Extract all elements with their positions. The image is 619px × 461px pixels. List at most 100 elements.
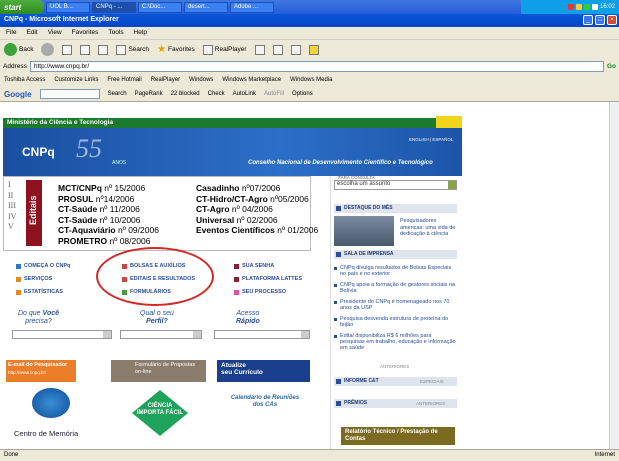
spell-check-button[interactable]: Check [208,91,225,97]
perfil-select[interactable] [120,330,202,339]
link-hotmail[interactable]: Free Hotmail [107,77,141,83]
edital-link[interactable]: PROMETRO nº 08/2006 [58,236,159,247]
calendario-link[interactable]: Calendário de Reuniões dos CAs [230,395,300,409]
url-field[interactable]: http://www.cnpq.br/ [29,60,604,72]
precisa-select[interactable] [12,330,112,339]
link-windows[interactable]: Windows [189,77,213,83]
news-more-link[interactable]: ANTERIORES [380,364,409,369]
link-windows-media[interactable]: Windows Media [290,77,332,83]
menu-favorites[interactable]: Favorites [72,29,99,37]
relatorio-link[interactable]: Relatório Técnico / Prestação de Contas [341,427,455,445]
go-button[interactable]: Go [607,63,616,70]
destaque-link[interactable]: Pesquisadores americas: uma vida de dedi… [400,218,458,238]
news-item[interactable]: Pesquisa desvenda estrutura de proteína … [334,316,457,328]
page-link[interactable]: II [8,191,18,202]
government-bar[interactable]: Ministério da Ciência e Tecnologia [3,118,462,128]
premios-extra-link[interactable]: ANTERIORES [416,401,445,406]
google-options-button[interactable]: Options [292,91,313,97]
taskbar-item-cnpq[interactable]: CNPq - ... [92,1,136,13]
edital-link[interactable]: CT-Saúde nº 10/2006 [58,215,159,226]
forward-button[interactable] [41,43,55,56]
link-lattes[interactable]: PLATAFORMA LATTES [234,276,302,282]
editais-pages: I II III IV V [8,180,18,233]
page-link[interactable]: V [8,222,18,233]
start-button[interactable]: start [0,0,44,14]
centro-memoria-label[interactable]: Centro de Memória [14,429,78,438]
edital-link[interactable]: Universal nº 02/2006 [196,215,318,226]
news-item[interactable]: CNPq divulga resultados de Bolsas Especi… [334,265,457,277]
link-realplayer[interactable]: RealPlayer [151,77,180,83]
google-search-input[interactable] [39,89,100,99]
autolink-button[interactable]: AutoLink [233,91,256,97]
taskbar-item-adobe[interactable]: Adobe ... [230,1,274,13]
menu-file[interactable]: File [6,29,16,37]
edital-link[interactable]: Eventos Científicos nº 01/2006 [196,225,318,236]
link-comeca[interactable]: COMEÇA O CNPq [16,263,71,269]
informe-extra-link[interactable]: ESPECIAIS [420,379,444,384]
acesso-select[interactable] [214,330,310,339]
taskbar-item-uol[interactable]: UOL B... [46,1,90,13]
edital-link[interactable]: Casadinho nº07/2006 [196,183,318,194]
menu-help[interactable]: Help [134,29,147,37]
link-customize[interactable]: Customize Links [54,77,98,83]
link-sua-senha[interactable]: SUA SENHA [234,263,274,269]
edital-link[interactable]: CT-Hidro/CT-Agro nº05/2006 [196,194,318,205]
popup-blocked-count[interactable]: 22 blocked [171,91,200,97]
menu-tools[interactable]: Tools [108,29,123,37]
page-link[interactable]: III [8,201,18,212]
link-seu-processo[interactable]: SEU PROCESSO [234,289,286,295]
assunto-select-value: escolha um assunto [337,181,391,187]
vertical-scrollbar[interactable] [609,102,619,449]
minimize-button[interactable]: _ [583,15,593,25]
home-icon[interactable] [98,44,109,55]
formulario-banner[interactable]: Formulário de Propostas on-line [111,360,206,382]
favorites-button[interactable]: ★ Favorites [157,44,195,55]
link-servicos[interactable]: SERVIÇOS [16,276,52,282]
tray-icon[interactable] [567,4,574,10]
tray-icon[interactable] [583,4,590,10]
close-button[interactable]: × [607,15,617,25]
link-marketplace[interactable]: Windows Marketplace [222,77,281,83]
google-logo[interactable]: Google [4,90,32,99]
mail-icon[interactable] [254,44,265,55]
email-pesquisador-banner[interactable]: E-mail do Pesquisador http://www.cnpq.br/ [6,360,76,382]
taskbar-item-desert[interactable]: desert... [184,1,228,13]
edital-link[interactable]: CT-Aquaviário nº 09/2006 [58,225,159,236]
edital-link[interactable]: MCT/CNPq nº 15/2006 [58,183,159,194]
news-item[interactable]: CNPq apoia a formação de gestores sociai… [334,282,457,294]
link-estatisticas[interactable]: ESTATÍSTICAS [16,289,63,295]
refresh-icon[interactable] [80,44,91,55]
cnpq-logo[interactable]: CNPq [22,145,55,159]
search-button[interactable]: Search [116,44,149,55]
page-link[interactable]: I [8,180,18,191]
google-search-button[interactable]: Search [108,91,127,97]
centro-memoria-logo[interactable] [32,388,70,418]
assunto-select[interactable]: escolha um assunto [334,180,457,190]
folder-icon[interactable] [308,44,319,55]
media-button[interactable]: RealPlayer [202,44,247,55]
link-toshiba[interactable]: Toshiba Access [4,77,45,83]
destaque-photo[interactable] [334,216,394,246]
maximize-button[interactable]: □ [595,15,605,25]
autofill-button[interactable]: AutoFill [264,91,284,97]
pagerank-indicator[interactable]: PageRank [135,91,163,97]
atualize-curriculo-banner[interactable]: Atualize seu Currículo [217,360,310,382]
stop-icon[interactable] [62,44,73,55]
zone-indicator: Internet [594,452,615,458]
menu-edit[interactable]: Edit [26,29,37,37]
edital-link[interactable]: PROSUL nº14/2006 [58,194,159,205]
back-button[interactable]: Back [4,43,33,56]
edital-link[interactable]: CT-Saúde nº 11/2006 [58,204,159,215]
news-item[interactable]: Edital disponibiliza R$ 6 milhões para p… [334,333,457,351]
taskbar-item-docs[interactable]: C:\Doc... [138,1,182,13]
language-links[interactable]: ENGLISH | ESPAÑOL [409,137,453,142]
tray-icon[interactable] [575,4,582,10]
edit-icon[interactable] [290,44,301,55]
brazil-flag-icon [436,116,462,128]
print-icon[interactable] [272,44,283,55]
menu-view[interactable]: View [48,29,62,37]
page-link[interactable]: IV [8,212,18,223]
news-item[interactable]: Presidente do CNPq é homenageado nos 70 … [334,299,457,311]
edital-link[interactable]: CT-Agro nº 04/2006 [196,204,318,215]
tray-icon[interactable] [591,4,598,10]
